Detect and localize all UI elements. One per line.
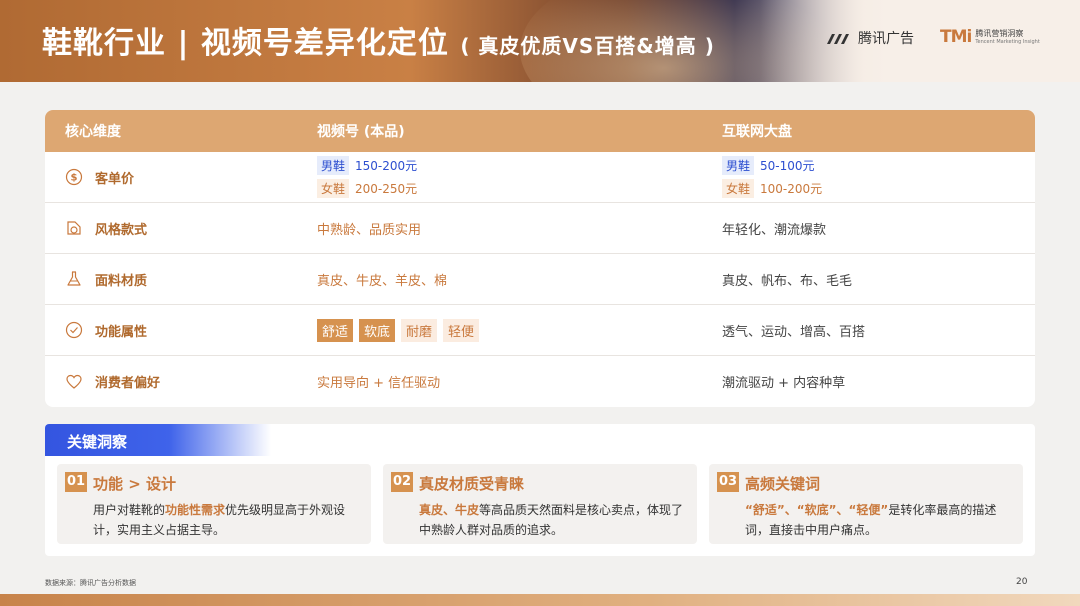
price-list: 男鞋 150-200元 女鞋 200-250元	[317, 156, 694, 198]
card-number: 03	[717, 472, 739, 492]
header-dimension: 核心维度	[65, 124, 121, 140]
chip: 轻便	[443, 318, 480, 342]
card-title: 真皮材质受青睐	[419, 475, 525, 493]
table-row: 消费者偏好 实用导向 + 信任驱动 潮流驱动 + 内容种草	[45, 356, 1035, 407]
table-row: 面料材质 真皮、牛皮、羊皮、棉 真皮、帆布、布、毛毛	[45, 254, 1035, 305]
insights-heading: 关键洞察	[45, 424, 271, 456]
row-label: 面料材质	[95, 273, 148, 289]
check-circle-icon	[65, 321, 83, 339]
row-label: 客单价	[95, 171, 135, 187]
cell-value: 实用导向 + 信任驱动	[317, 376, 441, 391]
price-list: 男鞋 50-100元 女鞋 100-200元	[722, 156, 1035, 198]
style-icon	[67, 221, 81, 235]
tag-women: 女鞋	[722, 179, 755, 198]
tag-men: 男鞋	[317, 156, 350, 175]
flask-icon	[67, 271, 81, 286]
tencent-ads-mark-icon	[827, 34, 849, 44]
keyword-chips: 舒适 软底 耐磨 轻便	[317, 318, 694, 342]
data-source: 数据来源：腾讯广告分析数据	[45, 579, 136, 587]
table-row: $ 客单价 男鞋 150-200元 女鞋 200-250元 男鞋 50-100元 女鞋…	[45, 152, 1035, 203]
insight-card: 02 真皮材质受青睐 真皮、牛皮等高品质天然面料是核心卖点，体现了中熟龄人群对品…	[383, 464, 697, 544]
chip: 耐磨	[401, 318, 438, 342]
insight-card: 01 功能 > 设计 用户对鞋靴的功能性需求优先级明显高于外观设计，实用主义占据…	[57, 464, 371, 544]
heart-icon	[66, 374, 82, 389]
tmi-logo: TMi 腾讯营销洞察 Tencent Marketing Insight	[940, 27, 1040, 47]
card-body: “舒适”、“软底”、“轻便”是转化率最高的描述词，直接击中用户痛点。	[745, 503, 997, 537]
header-channels: 视频号 (本品)	[317, 124, 405, 140]
table-row: 功能属性 舒适 软底 耐磨 轻便 透气、运动、增高、百搭	[45, 305, 1035, 356]
cell-value: 年轻化、潮流爆款	[722, 222, 827, 238]
card-body: 用户对鞋靴的功能性需求优先级明显高于外观设计，实用主义占据主导。	[93, 503, 346, 537]
card-title: 高频关键词	[745, 475, 821, 493]
row-label: 风格款式	[95, 222, 148, 238]
cell-value: 透气、运动、增高、百搭	[722, 324, 866, 340]
header-market: 互联网大盘	[722, 124, 792, 140]
row-label: 消费者偏好	[95, 376, 161, 391]
cell-value: 真皮、帆布、布、毛毛	[722, 273, 853, 289]
card-body: 真皮、牛皮等高品质天然面料是核心卖点，体现了中熟龄人群对品质的追求。	[419, 503, 684, 537]
dollar-circle-icon: $	[65, 168, 83, 186]
card-number: 01	[65, 472, 87, 492]
comparison-table: 核心维度 视频号 (本品) 互联网大盘 $ 客单价 男鞋 150-200元 女鞋 2…	[45, 110, 1035, 407]
cell-value: 中熟龄、品质实用	[317, 222, 422, 238]
bottom-bar	[0, 594, 1080, 606]
tag-men: 男鞋	[722, 156, 755, 175]
insight-card: 03 高频关键词 “舒适”、“软底”、“轻便”是转化率最高的描述词，直接击中用户…	[709, 464, 1023, 544]
svg-text:$: $	[71, 173, 78, 184]
page-number: 20	[1016, 577, 1028, 587]
page-title: 鞋靴行业 | 视频号差异化定位 ( 真皮优质VS百搭&增高 )	[42, 26, 715, 61]
row-label: 功能属性	[95, 324, 148, 340]
card-number: 02	[391, 472, 413, 492]
cell-value: 潮流驱动 + 内容种草	[722, 376, 846, 391]
table-header: 核心维度 视频号 (本品) 互联网大盘	[45, 110, 1035, 152]
tag-women: 女鞋	[317, 179, 350, 198]
table-row: 风格款式 中熟龄、品质实用 年轻化、潮流爆款	[45, 203, 1035, 254]
insights-section: 关键洞察 01 功能 > 设计 用户对鞋靴的功能性需求优先级明显高于外观设计，实…	[45, 424, 1035, 556]
card-title: 功能 > 设计	[93, 475, 177, 493]
page-subtitle: ( 真皮优质VS百搭&增高 )	[460, 34, 715, 58]
chip: 软底	[359, 318, 396, 342]
chip: 舒适	[317, 318, 354, 342]
cell-value: 真皮、牛皮、羊皮、棉	[317, 273, 448, 289]
tencent-ads-logo: 腾讯广告	[826, 28, 914, 48]
